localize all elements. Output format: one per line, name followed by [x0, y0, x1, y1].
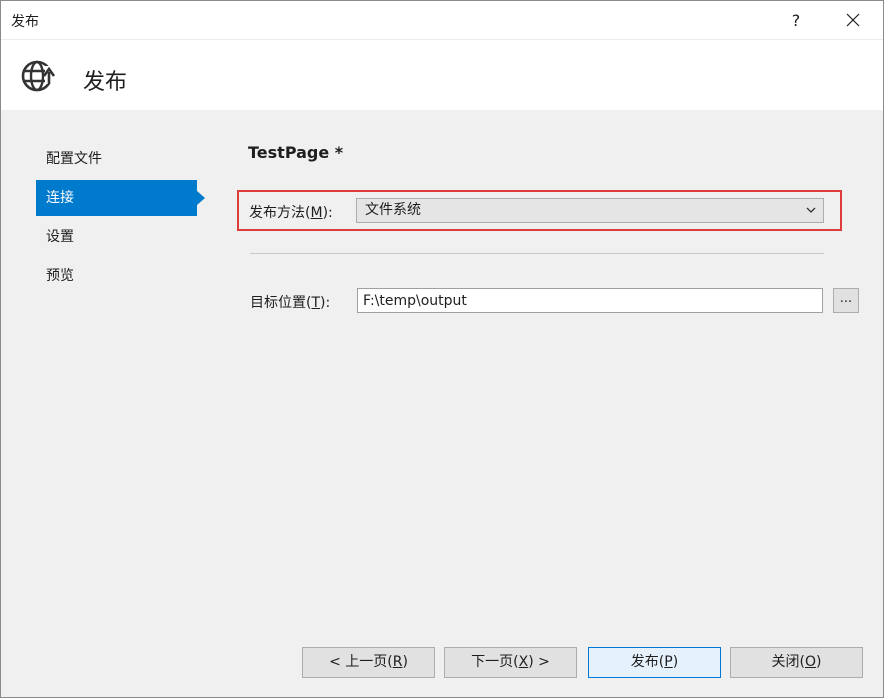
- nav-item-preview[interactable]: 预览: [36, 258, 197, 294]
- help-icon: ?: [791, 10, 801, 30]
- nav-item-profile[interactable]: 配置文件: [36, 141, 197, 177]
- close-button[interactable]: 关闭(O): [730, 647, 863, 678]
- close-icon: [846, 13, 860, 27]
- publish-button[interactable]: 发布(P): [588, 647, 721, 678]
- nav-item-label: 配置文件: [46, 151, 102, 167]
- profile-name: TestPage *: [248, 143, 344, 162]
- next-button[interactable]: 下一页(X) >: [444, 647, 577, 678]
- section-divider: [250, 253, 824, 254]
- globe-publish-icon: [21, 60, 59, 92]
- publish-dialog: 发布 ? 发布 配置文件 连接 设置 预览 TestPage * 发布方法(M)…: [0, 0, 884, 698]
- publish-method-label: 发布方法(M):: [249, 205, 333, 221]
- header-title: 发布: [83, 70, 128, 95]
- wizard-nav: 配置文件 连接 设置 预览: [36, 141, 206, 297]
- publish-method-value: 文件系统: [365, 202, 421, 218]
- window-title: 发布: [11, 14, 39, 30]
- target-location-label: 目标位置(T):: [250, 295, 331, 311]
- nav-item-settings[interactable]: 设置: [36, 219, 197, 255]
- help-button[interactable]: ?: [773, 1, 819, 39]
- browse-button[interactable]: ...: [833, 288, 859, 313]
- nav-item-label: 预览: [46, 268, 74, 284]
- previous-button[interactable]: < 上一页(R): [302, 647, 435, 678]
- dialog-header: 发布: [1, 39, 883, 110]
- window-close-button[interactable]: [830, 1, 876, 39]
- target-location-input[interactable]: [357, 288, 823, 313]
- nav-item-connection[interactable]: 连接: [36, 180, 205, 216]
- publish-method-select[interactable]: 文件系统: [356, 198, 824, 223]
- chevron-down-icon: [806, 207, 816, 213]
- nav-item-label: 设置: [46, 229, 74, 245]
- title-bar: 发布 ?: [1, 1, 883, 39]
- nav-item-label: 连接: [46, 190, 74, 206]
